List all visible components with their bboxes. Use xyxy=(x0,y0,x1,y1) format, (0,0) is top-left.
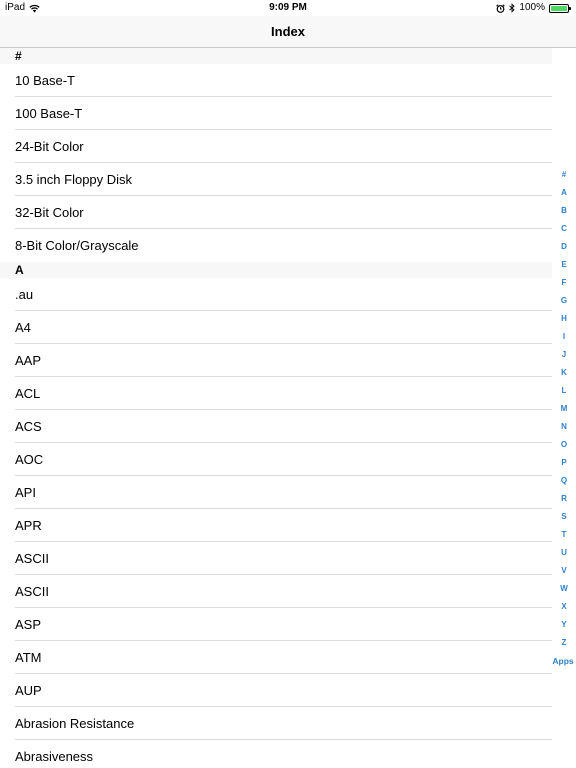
index-letter[interactable]: B xyxy=(561,202,567,220)
bluetooth-icon xyxy=(509,3,516,13)
index-letter[interactable]: I xyxy=(563,328,565,346)
index-list[interactable]: #10 Base-T 100 Base-T 24-Bit Color 3.5 inch… xyxy=(0,48,552,768)
list-item[interactable]: ACS xyxy=(0,410,552,443)
index-letter[interactable]: Q xyxy=(561,472,567,490)
index-letter[interactable]: S xyxy=(561,508,566,526)
index-letter[interactable]: Y xyxy=(561,616,566,634)
index-letter[interactable]: H xyxy=(561,310,567,328)
index-letter[interactable]: A xyxy=(561,184,567,202)
list-item[interactable]: ATM xyxy=(0,641,552,674)
list-item[interactable]: 32-Bit Color xyxy=(0,196,552,229)
index-letter[interactable]: D xyxy=(561,238,567,256)
index-letter[interactable]: C xyxy=(561,220,567,238)
section-header: # xyxy=(0,48,552,64)
battery-percent: 100% xyxy=(519,2,545,13)
index-letter[interactable]: N xyxy=(561,418,567,436)
index-letter[interactable]: M xyxy=(561,400,568,418)
list-item[interactable]: ASP xyxy=(0,608,552,641)
index-letter[interactable]: E xyxy=(561,256,566,274)
list-item[interactable]: ASCII xyxy=(0,575,552,608)
index-letter[interactable]: Z xyxy=(562,634,567,652)
list-item[interactable]: ASCII xyxy=(0,542,552,575)
navigation-bar: Index xyxy=(0,16,576,48)
index-letter[interactable]: V xyxy=(561,562,566,580)
status-time: 9:09 PM xyxy=(269,2,307,13)
index-letter[interactable]: T xyxy=(562,526,567,544)
index-letter[interactable]: J xyxy=(562,346,566,364)
battery-icon xyxy=(549,3,571,13)
list-item[interactable]: 24-Bit Color xyxy=(0,130,552,163)
index-letter[interactable]: W xyxy=(560,580,568,598)
section-header: A xyxy=(0,262,552,278)
index-letter[interactable]: G xyxy=(561,292,567,310)
list-item[interactable]: 10 Base-T xyxy=(0,64,552,97)
list-item[interactable]: 8-Bit Color/Grayscale xyxy=(0,229,552,262)
index-letter[interactable]: # xyxy=(562,166,566,184)
list-item[interactable]: APR xyxy=(0,509,552,542)
index-letter[interactable]: P xyxy=(561,454,566,472)
section-index-bar[interactable]: # A B C D E F G H I J K L M N O P Q R S T U V W X Y Z Apps xyxy=(552,166,576,670)
alarm-icon xyxy=(496,3,506,13)
list-item[interactable]: Abrasiveness xyxy=(0,740,552,768)
list-item[interactable]: 3.5 inch Floppy Disk xyxy=(0,163,552,196)
battery-fill xyxy=(551,5,567,11)
index-letter[interactable]: F xyxy=(562,274,567,292)
index-letter[interactable]: X xyxy=(561,598,566,616)
list-item[interactable]: AOC xyxy=(0,443,552,476)
index-letter[interactable]: L xyxy=(562,382,567,400)
list-item[interactable]: A4 xyxy=(0,311,552,344)
status-bar: iPad 9:09 PM 100% xyxy=(0,0,576,16)
list-item[interactable]: AUP xyxy=(0,674,552,707)
index-letter[interactable]: Apps xyxy=(552,652,573,670)
list-item[interactable]: .au xyxy=(0,278,552,311)
status-right: 100% xyxy=(496,0,571,16)
index-letter[interactable]: U xyxy=(561,544,567,562)
list-item[interactable]: Abrasion Resistance xyxy=(0,707,552,740)
list-item[interactable]: API xyxy=(0,476,552,509)
index-letter[interactable]: O xyxy=(561,436,567,454)
list-item[interactable]: ACL xyxy=(0,377,552,410)
page-title: Index xyxy=(271,24,305,39)
list-item[interactable]: 100 Base-T xyxy=(0,97,552,130)
index-letter[interactable]: R xyxy=(561,490,567,508)
index-letter[interactable]: K xyxy=(561,364,567,382)
screen: iPad 9:09 PM 100% Index # 10 Base-T 100 … xyxy=(0,0,576,768)
list-item[interactable]: AAP xyxy=(0,344,552,377)
